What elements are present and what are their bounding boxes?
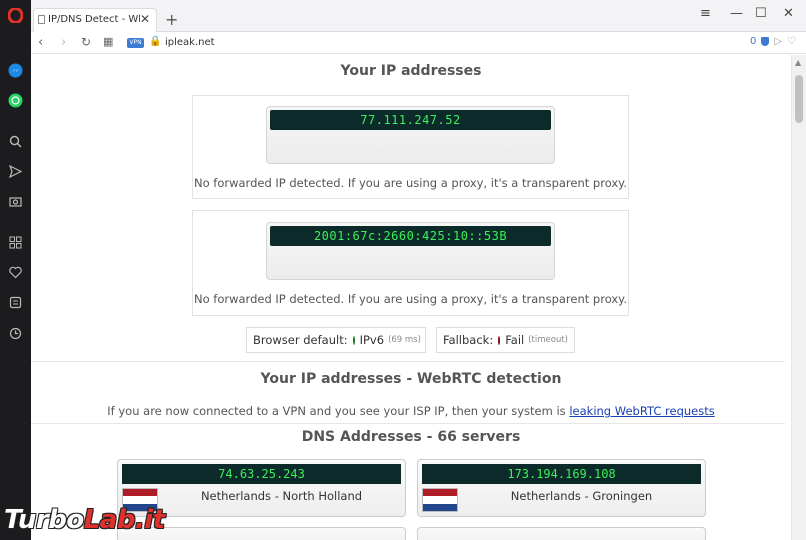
watermark-part1: Turbo	[4, 505, 84, 535]
close-tab-icon[interactable]: ✕	[140, 12, 150, 26]
dns-location: Netherlands - North Holland	[200, 489, 363, 503]
fallback-box: Fallback: Fail (timeout)	[436, 327, 575, 353]
tabs-grid-icon[interactable]: ▦	[103, 35, 113, 48]
turbolab-watermark: TurboLab.it	[4, 505, 165, 535]
netherlands-flag-icon	[422, 488, 458, 512]
vpn-badge[interactable]: VPN	[127, 38, 144, 48]
speed-dial-icon[interactable]	[8, 235, 23, 250]
news-icon[interactable]	[8, 295, 23, 310]
ipv6-address[interactable]: 2001:67c:2660:425:10::53B	[270, 226, 551, 246]
reload-icon[interactable]: ↻	[81, 35, 91, 49]
browser-default-label: Browser default:	[253, 333, 348, 347]
opera-logo-icon[interactable]	[8, 8, 23, 23]
tab-menu-icon[interactable]: ≡	[700, 6, 711, 21]
minimize-icon[interactable]: —	[730, 6, 743, 21]
bookmark-heart-icon[interactable]: ♡	[787, 36, 796, 47]
url-field[interactable]: ipleak.net	[165, 37, 215, 48]
address-actions: 0 ▷ ♡	[750, 36, 796, 47]
opera-sidebar	[0, 0, 31, 540]
ipv4-box: 77.111.247.52 No forwarded IP detected. …	[192, 95, 629, 199]
browser-default-time: (69 ms)	[388, 335, 421, 345]
webrtc-heading: Your IP addresses - WebRTC detection	[260, 371, 562, 387]
dns-server-card: 173.194.169.108 Netherlands - Groningen	[417, 459, 706, 517]
forward-note: No forwarded IP detected. If you are usi…	[193, 176, 628, 190]
camera-icon[interactable]	[8, 194, 23, 209]
active-tab[interactable]: IP/DNS Detect - What is y ✕	[33, 8, 157, 32]
ipv4-address[interactable]: 77.111.247.52	[270, 110, 551, 130]
forward-icon[interactable]: ›	[61, 35, 66, 50]
maximize-icon[interactable]: ☐	[755, 6, 767, 21]
page-icon	[38, 15, 45, 24]
history-icon[interactable]	[8, 326, 23, 341]
back-icon[interactable]: ‹	[38, 35, 43, 50]
fallback-label: Fallback:	[443, 333, 494, 347]
scrollbar[interactable]: ▲	[791, 55, 806, 540]
fallback-value: Fail	[505, 333, 525, 347]
page-content: Your IP addresses 77.111.247.52 No forwa…	[31, 55, 791, 540]
status-ok-icon	[352, 335, 355, 345]
browser-default-box: Browser default: IPv6 (69 ms)	[246, 327, 426, 353]
send-icon[interactable]	[8, 164, 23, 179]
divider	[31, 423, 785, 424]
scroll-up-icon[interactable]: ▲	[795, 58, 801, 67]
ad-block-count: 0	[749, 36, 757, 47]
dns-ip[interactable]: 173.194.169.108	[422, 464, 701, 484]
new-tab-icon[interactable]: +	[165, 10, 178, 29]
search-icon[interactable]	[8, 134, 23, 149]
ipv6-display: 2001:67c:2660:425:10::53B	[266, 222, 555, 280]
status-fail-icon	[498, 335, 501, 345]
tab-title: IP/DNS Detect - What is y	[48, 14, 140, 25]
dns-ip[interactable]: 74.63.25.243	[122, 464, 401, 484]
browser-default-value: IPv6	[359, 333, 385, 347]
scroll-thumb[interactable]	[795, 75, 803, 123]
shield-icon[interactable]	[761, 37, 770, 46]
webrtc-note-line: If you are now connected to a VPN and yo…	[31, 404, 791, 418]
dns-heading: DNS Addresses - 66 servers	[301, 429, 521, 445]
fallback-time: (timeout)	[528, 335, 568, 345]
ipv4-display: 77.111.247.52	[266, 106, 555, 164]
forward-note: No forwarded IP detected. If you are usi…	[193, 292, 628, 306]
whatsapp-icon[interactable]	[8, 93, 23, 108]
address-bar: ‹ › ↻ ▦ VPN 🔒 ipleak.net 0 ▷ ♡	[31, 32, 806, 54]
heart-icon[interactable]	[8, 265, 23, 280]
send-page-icon[interactable]: ▷	[774, 36, 782, 47]
tab-strip: IP/DNS Detect - What is y ✕ + ≡ — ☐ ✕	[31, 0, 806, 32]
watermark-part2: Lab.it	[83, 505, 165, 535]
webrtc-note: If you are now connected to a VPN and yo…	[107, 404, 566, 418]
ip-heading: Your IP addresses	[340, 63, 482, 79]
ipv6-box: 2001:67c:2660:425:10::53B No forwarded I…	[192, 210, 629, 316]
lock-icon[interactable]: 🔒	[149, 36, 161, 47]
divider	[31, 361, 785, 362]
webrtc-leak-link[interactable]: leaking WebRTC requests	[569, 404, 714, 418]
messenger-icon[interactable]	[8, 63, 23, 78]
dns-location: Netherlands - Groningen	[510, 489, 653, 503]
dns-server-card	[417, 527, 706, 540]
close-window-icon[interactable]: ✕	[783, 6, 794, 21]
